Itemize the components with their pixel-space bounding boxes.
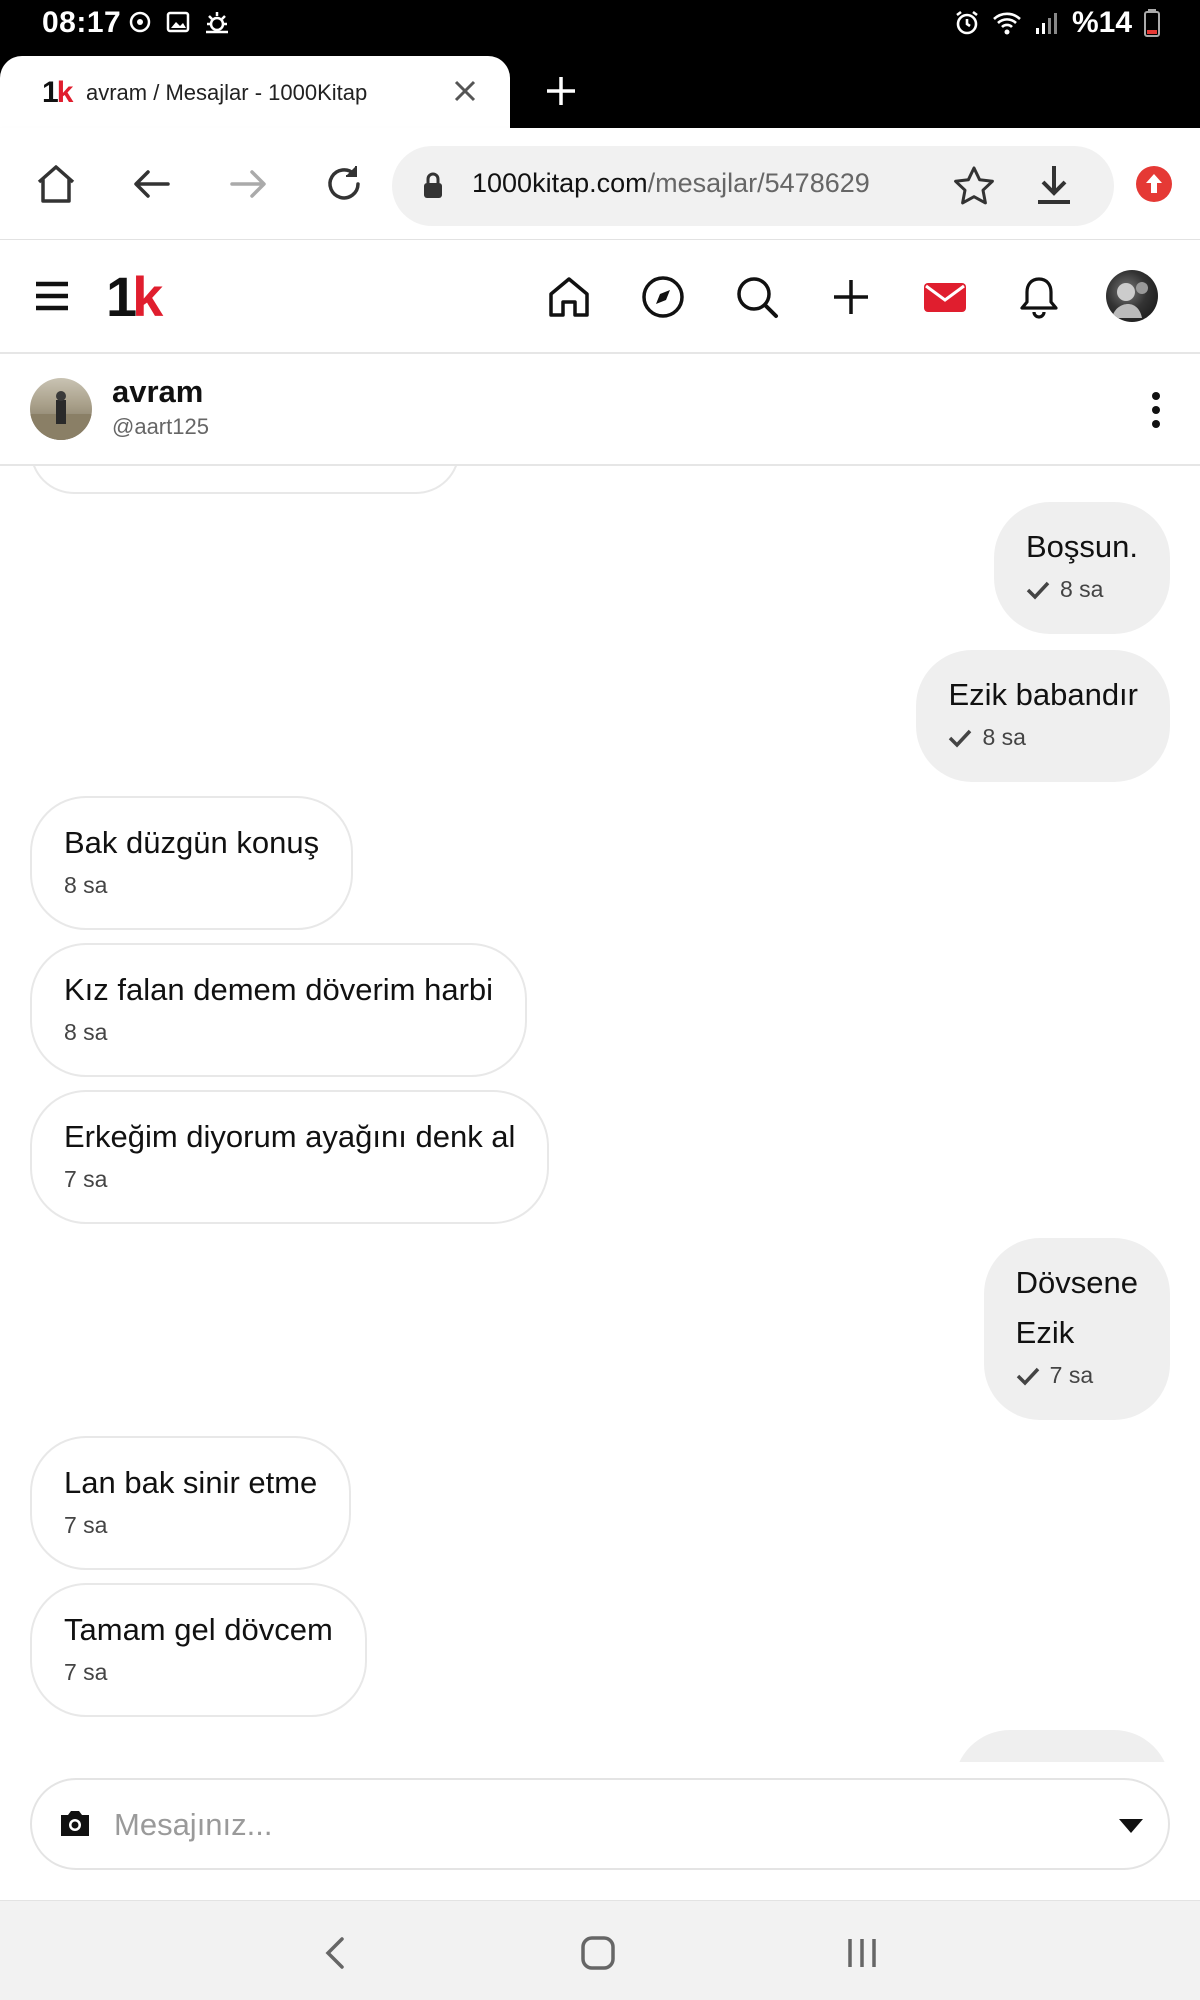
message-text: Ezik babandır xyxy=(948,677,1138,712)
message-time: 7 sa xyxy=(64,1166,108,1192)
sync-icon xyxy=(129,11,151,33)
system-recents-icon[interactable] xyxy=(842,1933,882,1973)
forward-arrow-icon[interactable] xyxy=(224,160,272,208)
status-bar: 08:17 %14 xyxy=(0,0,1200,48)
message-composer xyxy=(30,1778,1170,1870)
status-left-icons xyxy=(128,10,230,34)
home-icon[interactable] xyxy=(546,274,592,320)
address-bar[interactable]: 1000kitap.com/mesajlar/5478629 xyxy=(392,146,1114,226)
message-meta: 8 sa xyxy=(1026,576,1138,603)
battery-percent: %14 xyxy=(1071,6,1132,39)
message-time: 7 sa xyxy=(1049,1362,1094,1388)
message-input[interactable] xyxy=(114,1802,1014,1848)
message-text: Boşsun. xyxy=(1025,529,1138,564)
message-bubble[interactable]: Tamam gel dövcem 7 sa xyxy=(30,1583,367,1717)
home-icon[interactable] xyxy=(32,160,80,208)
message-text: Tamam gel dövcem xyxy=(64,1612,333,1647)
message-time: 8 sa xyxy=(64,1019,108,1045)
app-header: 1k xyxy=(0,240,1200,354)
message-meta: 8 sa xyxy=(64,872,319,899)
status-time: 08:17 xyxy=(42,6,122,39)
system-back-icon[interactable] xyxy=(316,1933,356,1973)
camera-icon[interactable] xyxy=(58,1808,92,1838)
message-bubble[interactable]: Kız falan demem döverim harbi 8 sa xyxy=(30,943,528,1077)
tab-title: avram / Mesajlar - 1000Kitap xyxy=(86,80,368,105)
message-bubble[interactable]: Dövsene Ezik 7 sa xyxy=(983,1238,1170,1420)
close-icon[interactable] xyxy=(450,76,480,106)
message-meta: 8 sa xyxy=(948,724,1138,751)
message-bubble[interactable]: Bak düzgün konuş 8 sa xyxy=(30,796,354,930)
message-meta: 8 sa xyxy=(64,1019,493,1046)
tab-favicon: 1k xyxy=(42,76,73,109)
message-text: Erkeğim diyorum ayağını denk al xyxy=(64,1119,516,1154)
download-icon[interactable] xyxy=(1032,162,1076,208)
message-meta: 7 sa xyxy=(64,1166,515,1193)
message-bubble[interactable]: Boşsun. 8 sa xyxy=(993,502,1170,634)
hamburger-menu-icon[interactable] xyxy=(34,280,70,312)
status-right-icons: %14 xyxy=(954,6,1160,40)
browser-toolbar: 1000kitap.com/mesajlar/5478629 xyxy=(0,128,1200,240)
message-bubble[interactable]: Lan bak sinir etme 7 sa xyxy=(30,1436,352,1570)
message-list[interactable]: Boşsun. 8 sa Ezik babandır 8 sa Bak düzg… xyxy=(0,466,1200,1762)
explore-compass-icon[interactable] xyxy=(640,274,686,320)
search-icon[interactable] xyxy=(734,274,780,320)
new-tab-icon[interactable] xyxy=(544,74,578,108)
message-time: 8 sa xyxy=(64,872,108,898)
message-time: 7 sa xyxy=(64,1512,108,1538)
message-time: 7 sa xyxy=(64,1659,108,1685)
read-check-icon xyxy=(1016,1367,1039,1386)
bookmark-star-icon[interactable] xyxy=(952,164,996,208)
read-check-icon xyxy=(949,729,972,748)
message-text: Kız falan demem döverim harbi xyxy=(64,972,494,1007)
read-check-icon xyxy=(1026,581,1050,600)
chevron-down-icon[interactable] xyxy=(1118,1818,1144,1834)
contact-avatar[interactable] xyxy=(30,378,92,440)
contact-name[interactable]: avram xyxy=(112,374,203,410)
extension-upload-button[interactable] xyxy=(1136,166,1172,202)
more-vertical-icon[interactable] xyxy=(1150,390,1162,430)
avatar-photo-icon xyxy=(1112,282,1148,318)
message-bubble[interactable]: Erkeğim diyorum ayağını denk al 7 sa xyxy=(30,1090,550,1224)
message-meta: 7 sa xyxy=(1016,1362,1138,1389)
back-arrow-icon[interactable] xyxy=(128,160,176,208)
message-text: Bak düzgün konuş xyxy=(64,825,320,860)
browser-tab[interactable]: 1k avram / Mesajlar - 1000Kitap xyxy=(0,56,510,128)
reload-icon[interactable] xyxy=(320,160,368,208)
message-bubble-partial xyxy=(30,466,460,494)
battery-icon xyxy=(1144,9,1160,37)
message-text: Lan bak sinir etme xyxy=(64,1465,318,1500)
message-time: 8 sa xyxy=(982,724,1026,750)
message-meta: 7 sa xyxy=(64,1659,333,1686)
browser-tab-strip: 1k avram / Mesajlar - 1000Kitap xyxy=(0,48,1200,128)
lock-icon[interactable] xyxy=(422,172,444,200)
system-navigation-bar xyxy=(0,1900,1200,2000)
avatar-photo-icon xyxy=(30,391,92,440)
weather-icon xyxy=(206,12,228,34)
message-bubble[interactable]: Ezik babandır 8 sa xyxy=(916,650,1170,782)
message-text: Ezik xyxy=(1015,1315,1075,1350)
system-home-icon[interactable] xyxy=(578,1933,618,1973)
signal-icon xyxy=(1035,13,1057,34)
url-text[interactable]: 1000kitap.com/mesajlar/5478629 xyxy=(472,168,870,199)
upload-arrow-icon xyxy=(1146,174,1162,193)
alarm-icon xyxy=(956,10,978,35)
user-avatar[interactable] xyxy=(1106,270,1158,322)
chat-header: avram @aart125 xyxy=(0,354,1200,466)
contact-handle: @aart125 xyxy=(112,414,209,439)
add-icon[interactable] xyxy=(828,274,874,320)
app-logo[interactable]: 1k xyxy=(106,264,163,329)
mail-icon[interactable] xyxy=(922,274,968,320)
message-bubble-partial xyxy=(954,1730,1170,1762)
message-meta: 7 sa xyxy=(64,1512,317,1539)
bell-icon[interactable] xyxy=(1016,274,1062,320)
gallery-icon xyxy=(166,11,190,33)
wifi-icon xyxy=(993,12,1021,35)
message-text: Dövsene xyxy=(1015,1265,1138,1300)
message-time: 8 sa xyxy=(1059,576,1104,602)
